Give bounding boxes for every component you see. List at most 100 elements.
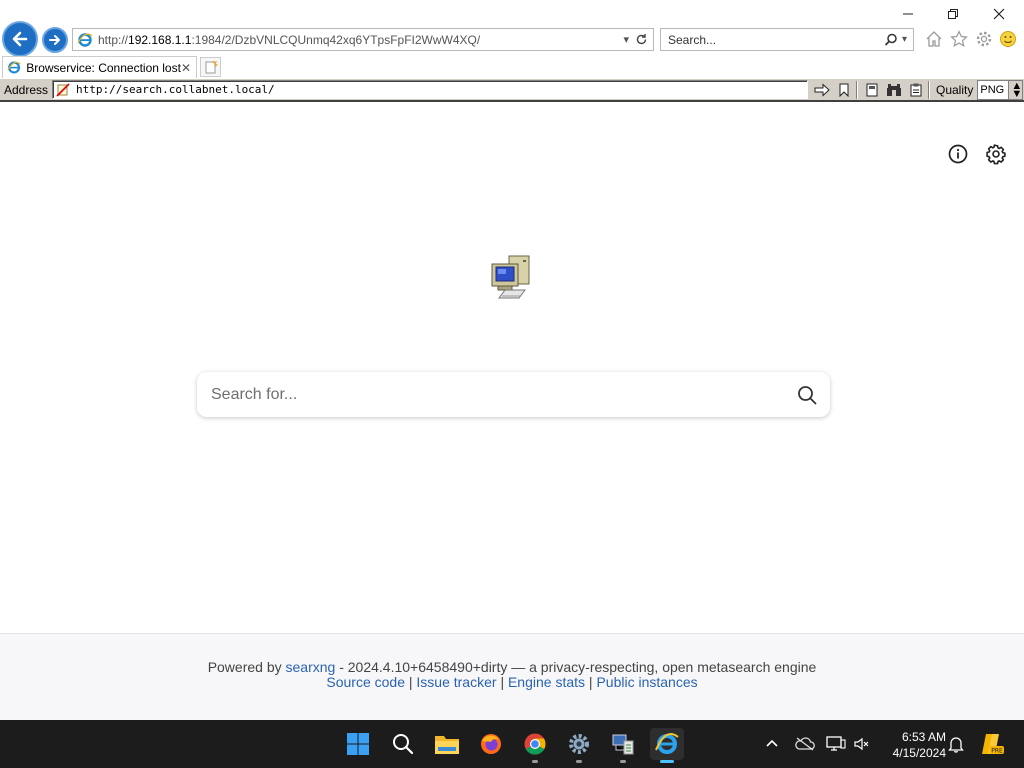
engine-stats-link[interactable]: Engine stats (508, 674, 585, 690)
chevron-up-icon (766, 739, 778, 747)
bookmark-icon (839, 83, 849, 97)
find-button[interactable] (884, 80, 904, 100)
folder-icon (435, 736, 459, 754)
tab-browservice[interactable]: Browservice: Connection lost ✕ (2, 56, 197, 78)
search-icon[interactable] (884, 33, 898, 47)
info-button[interactable] (947, 143, 969, 165)
running-indicator (576, 760, 582, 763)
bookmarks-list-button[interactable] (862, 80, 882, 100)
new-tab-button[interactable] (200, 57, 221, 77)
refresh-icon[interactable] (635, 33, 648, 46)
clipboard-icon (910, 83, 922, 96)
preferences-button[interactable] (985, 143, 1007, 165)
feedback-button[interactable] (998, 29, 1018, 49)
speaker-muted-icon (854, 737, 869, 751)
settings-button[interactable] (562, 728, 596, 763)
clock-date: 4/15/2024 (892, 746, 946, 760)
caret-down-icon[interactable]: ▼ (1011, 88, 1022, 99)
issue-tracker-link[interactable]: Issue tracker (416, 674, 496, 690)
running-indicator (532, 760, 538, 763)
go-arrow-icon (814, 82, 830, 97)
search-icon (798, 385, 817, 404)
chevron-down-icon[interactable]: ▾ (902, 34, 907, 45)
search-button[interactable] (796, 384, 818, 406)
svg-text:PRE: PRE (991, 748, 1003, 755)
favorites-button[interactable] (949, 29, 969, 49)
searxng-link[interactable]: searxng (286, 659, 336, 675)
minimize-button[interactable] (897, 4, 919, 24)
home-button[interactable] (924, 29, 944, 49)
gear-icon (986, 144, 1006, 165)
chrome-icon (524, 733, 546, 755)
public-instances-link[interactable]: Public instances (596, 674, 697, 690)
star-icon (950, 30, 968, 48)
footer-separator: | (500, 674, 505, 690)
go-button[interactable] (812, 80, 832, 100)
internet-explorer-button[interactable] (650, 728, 684, 763)
browser-search-box[interactable]: Search... ▾ (660, 28, 914, 51)
ie-page-icon (7, 61, 21, 74)
tools-button[interactable] (974, 29, 994, 49)
search-bar[interactable] (197, 372, 830, 417)
network-tray-icon[interactable] (826, 734, 846, 754)
toolbar-divider (856, 80, 858, 99)
home-icon (926, 31, 942, 47)
taskbar: 6:53 AM 4/15/2024 PRE (0, 720, 1024, 768)
search-icon (393, 734, 414, 755)
bell-icon (948, 737, 964, 753)
task-manager-button[interactable] (606, 728, 640, 763)
close-window-button[interactable] (988, 4, 1010, 24)
back-button[interactable] (2, 21, 38, 57)
search-input[interactable] (211, 385, 796, 404)
insecure-icon (56, 82, 70, 97)
notifications-button[interactable] (946, 734, 966, 754)
internet-explorer-icon (655, 733, 679, 754)
close-icon (993, 8, 1005, 20)
clipboard-button[interactable] (906, 80, 926, 100)
source-code-link[interactable]: Source code (326, 674, 405, 690)
footer-separator: | (408, 674, 413, 690)
clock-time: 6:53 AM (901, 730, 946, 744)
close-tab-icon[interactable]: ✕ (181, 61, 191, 75)
minimize-icon (903, 13, 913, 15)
url-text: http://192.168.1.1:1984/2/DzbVNLCQUnmq42… (98, 32, 481, 47)
windows-logo-icon (347, 733, 369, 755)
file-explorer-button[interactable] (430, 728, 464, 760)
forward-button[interactable] (42, 27, 68, 53)
copilot-icon: PRE (982, 734, 1004, 755)
volume-tray-icon[interactable] (852, 734, 872, 754)
address-value: http://search.collabnet.local/ (76, 83, 275, 96)
restore-button[interactable] (942, 4, 964, 24)
chrome-button[interactable] (518, 728, 552, 763)
quality-spinner[interactable]: ▲ ▼ (1008, 80, 1023, 99)
arrow-right-icon (49, 35, 60, 45)
taskbar-search-button[interactable] (386, 728, 420, 760)
system-clock[interactable]: 6:53 AM 4/15/2024 (880, 729, 946, 761)
url-bar[interactable]: http://192.168.1.1:1984/2/DzbVNLCQUnmq42… (72, 28, 654, 51)
monitor-network-icon (826, 736, 846, 751)
page-content: Powered by searxng - 2024.4.10+6458490+d… (0, 104, 1024, 720)
bookmark-button[interactable] (834, 80, 854, 100)
running-indicator (620, 760, 626, 763)
start-button[interactable] (341, 728, 375, 760)
quality-selector[interactable]: PNG ▲ ▼ (977, 79, 1024, 100)
toolbar-divider (928, 80, 930, 99)
ie-page-icon (77, 32, 93, 47)
footer-links: Source code | Issue tracker | Engine sta… (0, 675, 1024, 690)
cloud-offline-icon (795, 737, 815, 751)
footer-powered-by: Powered by searxng - 2024.4.10+6458490+d… (207, 659, 817, 675)
gear-icon (976, 31, 992, 47)
computer-logo-icon (491, 255, 530, 299)
firefox-button[interactable] (474, 728, 508, 760)
ie-title-bar: http://192.168.1.1:1984/2/DzbVNLCQUnmq42… (0, 0, 1024, 78)
show-hidden-icons-button[interactable] (762, 734, 782, 754)
chevron-down-icon[interactable]: ▾ (623, 33, 629, 46)
network-pc-icon (612, 734, 634, 755)
binoculars-icon (887, 83, 901, 96)
address-field[interactable]: http://search.collabnet.local/ (52, 80, 808, 99)
smiley-icon (1000, 31, 1016, 47)
browservice-toolbar: Address http://search.collabnet.local/ Q… (0, 78, 1024, 102)
new-tab-icon (205, 60, 218, 74)
copilot-preview-button[interactable]: PRE (979, 731, 1005, 757)
onedrive-tray-icon[interactable] (795, 734, 815, 754)
